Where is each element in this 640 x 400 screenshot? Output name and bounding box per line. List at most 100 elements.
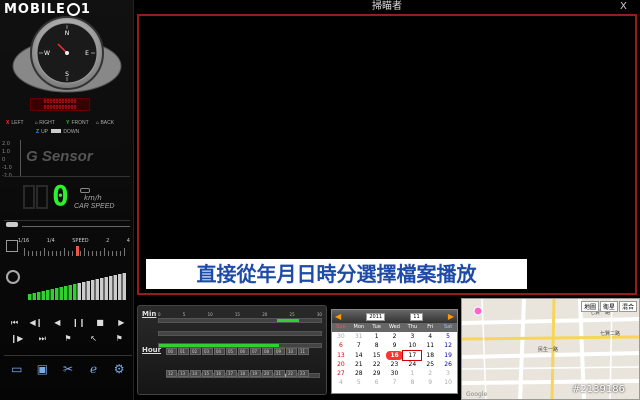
calendar-day[interactable]: 6	[332, 341, 350, 350]
calendar-day[interactable]: 26	[439, 360, 457, 369]
calendar-day[interactable]: 3	[439, 369, 457, 378]
internet-icon[interactable]: ℯ	[86, 362, 102, 376]
hour-cell[interactable]: 09	[274, 348, 285, 355]
skip-back-icon[interactable]: ⏮	[7, 318, 23, 328]
cursor-icon[interactable]: ↖	[86, 334, 102, 344]
hour-cell[interactable]: 13	[178, 370, 189, 377]
hour-cell[interactable]: 20	[262, 370, 273, 377]
calendar-day[interactable]: 4	[421, 332, 439, 341]
calendar-day[interactable]: 29	[368, 369, 386, 378]
calendar-day[interactable]: 18	[421, 351, 439, 360]
calendar-day[interactable]: 28	[350, 369, 368, 378]
hour-cell[interactable]: 17	[226, 370, 237, 377]
calendar-day[interactable]: 10	[403, 341, 421, 350]
hour-cell[interactable]: 05	[226, 348, 237, 355]
calendar-day[interactable]: 23	[386, 360, 404, 369]
video-viewport[interactable]	[137, 14, 637, 295]
map-btn-map[interactable]: 地圖	[580, 301, 599, 312]
volume-knob-icon[interactable]	[6, 270, 20, 284]
map-btn-sat[interactable]: 衛星	[599, 301, 618, 312]
calendar-day[interactable]: 12	[439, 341, 457, 350]
hour-cell[interactable]: 02	[190, 348, 201, 355]
year-select[interactable]: 2011	[366, 312, 386, 321]
folder-icon[interactable]: ▭	[9, 362, 25, 376]
prev-month-icon[interactable]: ◀	[335, 312, 341, 321]
hour-cell[interactable]: 03	[202, 348, 213, 355]
hour-cell[interactable]: 21	[274, 370, 285, 377]
calendar-day[interactable]: 20	[332, 360, 350, 369]
calendar-day[interactable]: 24	[403, 360, 421, 369]
calendar-day[interactable]: 30	[332, 332, 350, 341]
calendar-day[interactable]: 25	[421, 360, 439, 369]
calendar-day[interactable]: 19	[439, 351, 457, 360]
speed-tick	[28, 251, 29, 256]
hour-cell[interactable]: 12	[166, 370, 177, 377]
reverse-play-icon[interactable]: ◀	[49, 318, 65, 328]
hour-cell[interactable]: 18	[238, 370, 249, 377]
settings-icon[interactable]: ⚙	[111, 362, 127, 376]
next-month-icon[interactable]: ▶	[448, 312, 454, 321]
close-button[interactable]: X	[620, 1, 627, 12]
hour-cell[interactable]: 14	[190, 370, 201, 377]
calendar-day[interactable]: 1	[368, 332, 386, 341]
calendar-day[interactable]: 8	[403, 378, 421, 387]
month-select[interactable]: 11	[410, 312, 423, 321]
calendar-day[interactable]: 2	[386, 332, 404, 341]
calendar-day[interactable]: 27	[332, 369, 350, 378]
calendar-day[interactable]: 10	[439, 378, 457, 387]
hour-cell[interactable]: 08	[262, 348, 273, 355]
hour-cell[interactable]: 19	[250, 370, 261, 377]
map-btn-mix[interactable]: 混合	[618, 301, 637, 312]
hour-cell[interactable]: 22	[286, 370, 297, 377]
calendar-day[interactable]: 14	[350, 351, 368, 360]
calendar-day[interactable]: 7	[350, 341, 368, 350]
calendar-day[interactable]: 6	[368, 378, 386, 387]
calendar-day[interactable]: 2	[421, 369, 439, 378]
step-back-icon[interactable]: ◀❙	[28, 318, 44, 328]
calendar-day[interactable]: 5	[439, 332, 457, 341]
calendar-day[interactable]: 22	[368, 360, 386, 369]
minute-bar-2[interactable]	[158, 331, 322, 336]
step-forward-icon[interactable]: ❙▶	[9, 334, 25, 344]
hour-cell[interactable]: 10	[286, 348, 297, 355]
calendar-day[interactable]: 5	[350, 378, 368, 387]
hour-cell[interactable]: 23	[298, 370, 309, 377]
calendar-day[interactable]: 4	[332, 378, 350, 387]
hour-cell[interactable]: 01	[178, 348, 189, 355]
calendar-day[interactable]: 30	[386, 369, 404, 378]
calendar-day[interactable]: 7	[386, 378, 404, 387]
play-icon[interactable]: ▶	[113, 318, 129, 328]
tools-icon[interactable]: ✂	[60, 362, 76, 376]
mark-end-icon[interactable]: ⚑	[111, 334, 127, 344]
hour-cell[interactable]: 04	[214, 348, 225, 355]
calendar-day[interactable]: 1	[403, 369, 421, 378]
hours-row-2: 12 13 14 15 16 17 18 19 20 21 22 23	[166, 370, 309, 377]
calendar-day[interactable]: 3	[403, 332, 421, 341]
calendar-day[interactable]: 31	[350, 332, 368, 341]
hour-cell[interactable]: 16	[214, 370, 225, 377]
calendar-day[interactable]: 15	[368, 351, 386, 360]
hour-cell[interactable]: 15	[202, 370, 213, 377]
mark-start-icon[interactable]: ⚑	[60, 334, 76, 344]
calendar-day[interactable]: 11	[421, 341, 439, 350]
hour-cell[interactable]: 11	[298, 348, 309, 355]
playback-speed-slider[interactable]	[24, 246, 128, 256]
calendar-day[interactable]: 13	[332, 351, 350, 360]
skip-forward-icon[interactable]: ⏭	[34, 334, 50, 344]
calendar-day[interactable]: 16	[385, 350, 404, 360]
pause-icon[interactable]: ❙❙	[71, 318, 87, 328]
hour-cell[interactable]: 07	[250, 348, 261, 355]
calendar-day[interactable]: 17	[402, 349, 423, 361]
volume-bar	[59, 287, 63, 300]
calendar-day[interactable]: 9	[421, 378, 439, 387]
hour-cell[interactable]: 06	[238, 348, 249, 355]
tool-buttons: ▭ ▣ ✂ ℯ ⚙	[4, 362, 132, 376]
save-icon[interactable]: ▣	[34, 362, 50, 376]
calendar-day[interactable]: 8	[368, 341, 386, 350]
volume-meter[interactable]	[28, 272, 128, 300]
calendar-day[interactable]: 9	[386, 341, 404, 350]
minute-bar-1[interactable]	[158, 318, 322, 323]
hour-cell[interactable]: 00	[166, 348, 177, 355]
stop-icon[interactable]: ■	[92, 318, 108, 328]
calendar-day[interactable]: 21	[350, 360, 368, 369]
